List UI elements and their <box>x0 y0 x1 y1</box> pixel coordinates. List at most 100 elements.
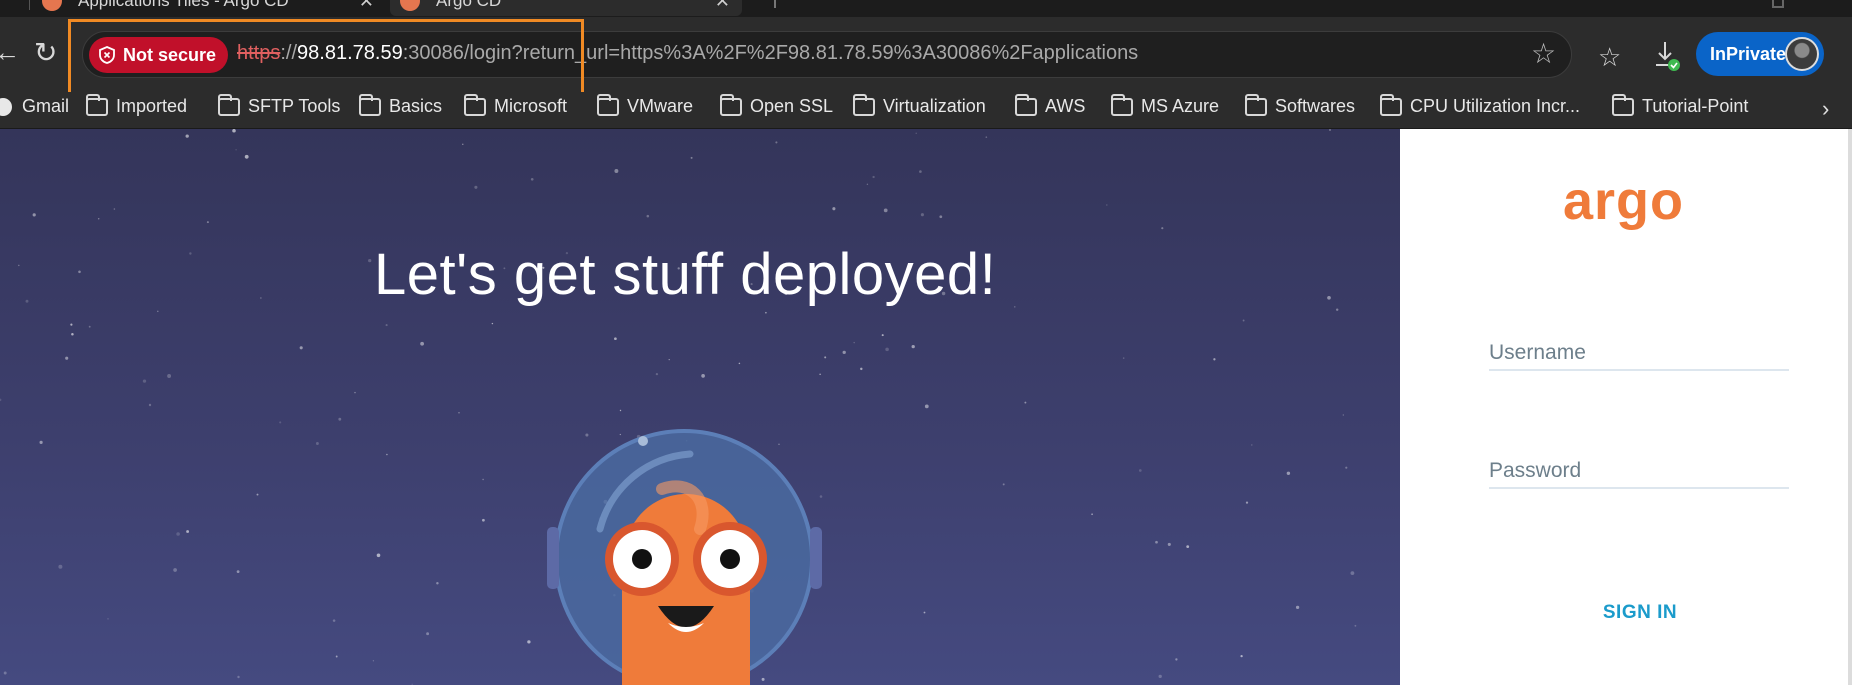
star <box>1158 674 1162 679</box>
bookmark-folder-ms-azure[interactable]: MS Azure <box>1111 93 1219 117</box>
star <box>1295 605 1300 610</box>
star <box>260 297 262 299</box>
star <box>1213 358 1216 361</box>
folder-icon <box>853 93 875 116</box>
username-field-wrapper <box>1489 337 1789 371</box>
sign-in-button[interactable]: SIGN IN <box>1560 595 1720 631</box>
favorites-list-icon[interactable]: ☆ <box>1598 42 1621 73</box>
folder-icon <box>1380 93 1402 116</box>
bookmark-folder-sftp-tools[interactable]: SFTP Tools <box>218 93 340 117</box>
folder-icon <box>464 93 486 116</box>
downloads-icon[interactable] <box>1652 39 1682 73</box>
folder-icon <box>86 93 108 116</box>
tab-separator <box>774 0 776 8</box>
star <box>385 324 388 327</box>
star <box>167 374 172 378</box>
star <box>97 218 100 220</box>
star <box>1024 401 1027 404</box>
chevron-right-icon[interactable]: › <box>1822 96 1829 122</box>
star <box>235 149 237 151</box>
logo-text: argo <box>1563 179 1684 231</box>
star <box>1091 513 1093 516</box>
star <box>3 671 7 675</box>
close-icon[interactable]: ✕ <box>359 0 374 12</box>
bookmark-label: Virtualization <box>883 96 986 116</box>
star <box>1245 501 1249 504</box>
gmail-icon <box>0 97 12 116</box>
star <box>920 213 924 217</box>
back-arrow-icon[interactable]: ← <box>0 39 20 65</box>
star <box>206 221 209 224</box>
star <box>256 493 259 496</box>
star <box>655 372 659 376</box>
star <box>646 214 650 218</box>
star <box>915 132 917 134</box>
star <box>65 356 69 360</box>
star <box>765 311 767 314</box>
close-icon[interactable]: ✕ <box>715 0 730 12</box>
star <box>1002 483 1005 486</box>
tab-applications-tiles[interactable]: Applications Tiles - Argo CD ✕ <box>28 0 386 16</box>
favorite-star-icon[interactable]: ☆ <box>1531 40 1556 68</box>
bookmark-label: CPU Utilization Incr... <box>1410 96 1581 116</box>
star <box>78 270 81 274</box>
bookmark-folder-microsoft[interactable]: Microsoft <box>464 93 568 117</box>
bookmark-label: Open SSL <box>750 96 834 116</box>
star <box>474 185 478 189</box>
password-input[interactable] <box>1489 455 1789 487</box>
star <box>1251 444 1253 446</box>
star <box>299 346 303 350</box>
inprivate-button[interactable]: InPrivate <box>1696 32 1824 76</box>
star <box>39 440 43 444</box>
star <box>372 660 375 662</box>
star <box>18 264 20 267</box>
svg-text:argo: argo <box>1563 179 1684 231</box>
bookmark-folder-cpu-utilization[interactable]: CPU Utilization Incr... <box>1380 93 1581 117</box>
star <box>189 252 192 255</box>
reload-icon[interactable]: ↻ <box>34 39 57 67</box>
star <box>883 208 888 213</box>
star <box>186 530 190 533</box>
bookmark-label: Gmail <box>22 96 70 116</box>
star <box>88 325 91 328</box>
star <box>142 379 147 383</box>
star <box>1155 540 1158 544</box>
tab-argo-cd[interactable]: Argo CD ✕ <box>390 0 742 16</box>
bookmark-folder-aws[interactable]: AWS <box>1015 93 1085 117</box>
folder-icon <box>1015 93 1037 116</box>
star <box>842 350 846 355</box>
star <box>1014 306 1016 308</box>
bookmark-label: Microsoft <box>494 96 568 116</box>
tab-title: Argo CD <box>436 0 502 10</box>
restore-window-icon[interactable] <box>1772 0 1784 8</box>
star <box>426 632 430 636</box>
argo-favicon-icon <box>42 0 62 11</box>
star <box>614 169 619 173</box>
star <box>236 570 240 573</box>
bookmark-folder-virtualization[interactable]: Virtualization <box>853 93 986 117</box>
star <box>332 619 336 622</box>
star <box>185 134 189 138</box>
bookmark-folder-open-ssl[interactable]: Open SSL <box>720 93 834 117</box>
page-scrollbar[interactable] <box>1848 129 1852 685</box>
bookmark-folder-vmware[interactable]: VMware <box>597 93 693 117</box>
bookmark-folder-basics[interactable]: Basics <box>359 93 442 117</box>
star <box>368 258 372 263</box>
star <box>237 675 240 679</box>
star <box>872 175 875 179</box>
star <box>860 367 863 371</box>
bookmark-folder-tutorial-point[interactable]: Tutorial-Point <box>1612 93 1748 117</box>
star <box>690 156 693 159</box>
bookmark-folder-softwares[interactable]: Softwares <box>1245 93 1355 117</box>
star <box>1161 227 1164 230</box>
star <box>1138 469 1142 472</box>
username-input[interactable] <box>1489 337 1789 369</box>
star <box>32 213 36 217</box>
star <box>244 154 249 159</box>
hero-panel: Let's get stuff deployed! <box>0 129 1400 685</box>
folder-icon <box>1612 93 1634 116</box>
bookmark-gmail[interactable]: Gmail <box>0 96 69 117</box>
star <box>462 143 464 145</box>
bookmark-folder-imported[interactable]: Imported <box>86 93 187 117</box>
star <box>1354 624 1357 627</box>
